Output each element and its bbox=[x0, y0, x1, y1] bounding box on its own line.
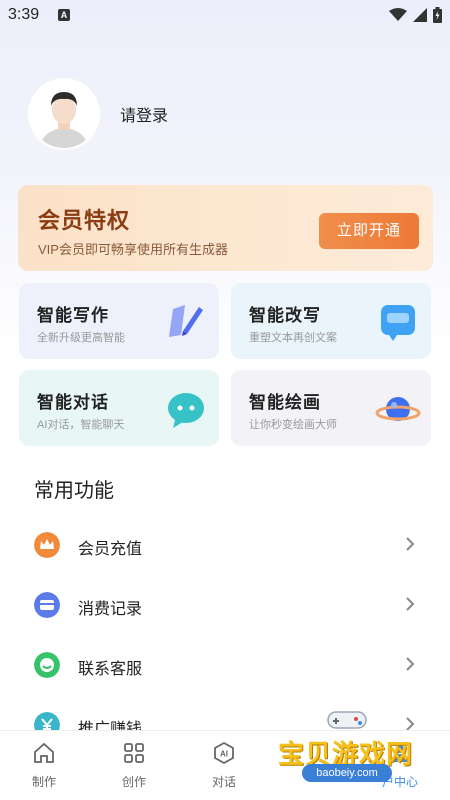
status-indicators bbox=[389, 7, 442, 23]
pen-icon bbox=[169, 305, 203, 337]
feature-card-chat[interactable]: 智能对话 AI对话，智能聊天 bbox=[19, 370, 219, 446]
feature-title: 智能改写 bbox=[249, 306, 321, 325]
service-icon bbox=[34, 652, 60, 678]
login-prompt[interactable]: 请登录 bbox=[120, 102, 168, 126]
status-time: 3:39 bbox=[8, 6, 40, 23]
vip-title: 会员特权 bbox=[38, 208, 131, 233]
crown-icon bbox=[34, 532, 60, 558]
nav-label: 对话 bbox=[211, 775, 236, 789]
menu-label: 联系客服 bbox=[78, 661, 143, 678]
home-icon bbox=[34, 742, 54, 763]
profile-header[interactable]: 请登录 bbox=[30, 80, 168, 148]
feature-title: 智能写作 bbox=[37, 306, 109, 325]
feature-subtitle: 重塑文本再创文案 bbox=[249, 332, 337, 344]
status-bar: 3:39 A bbox=[0, 0, 450, 32]
default-avatar-icon bbox=[30, 80, 98, 148]
grid-icon bbox=[124, 743, 144, 763]
avatar[interactable] bbox=[30, 80, 98, 148]
menu-item-recharge[interactable]: 会员充值 bbox=[0, 520, 450, 570]
feature-subtitle: AI对话，智能聊天 bbox=[37, 419, 125, 431]
chevron-right-icon bbox=[406, 537, 415, 551]
vip-banner[interactable]: 会员特权 VIP会员即可畅享使用所有生成器 立即开通 bbox=[18, 185, 433, 271]
wifi-icon bbox=[389, 8, 407, 21]
feature-subtitle: 全新升级更高智能 bbox=[37, 332, 125, 344]
signal-icon bbox=[413, 8, 427, 22]
feature-title: 智能绘画 bbox=[249, 393, 321, 412]
chevron-right-icon bbox=[406, 597, 415, 611]
feature-card-rewrite[interactable]: 智能改写 重塑文本再创文案 bbox=[231, 283, 431, 359]
gamepad-icon bbox=[327, 711, 367, 729]
battery-icon bbox=[433, 7, 442, 23]
watermark-url: baobeiy.com bbox=[302, 764, 392, 782]
nav-item-chat[interactable]: AI 对话 bbox=[194, 741, 254, 790]
chat-bubble-teal-icon bbox=[168, 393, 204, 428]
section-title-common: 常用功能 bbox=[34, 480, 114, 502]
watermark-logo: 宝贝游戏网 baobeiy.com bbox=[272, 706, 432, 796]
nav-label: 制作 bbox=[31, 775, 56, 789]
feature-card-writing[interactable]: 智能写作 全新升级更高智能 bbox=[19, 283, 219, 359]
svg-text:AI: AI bbox=[220, 750, 228, 759]
nav-label: 创作 bbox=[121, 775, 146, 789]
chat-bubble-blue-icon bbox=[381, 305, 415, 341]
menu-item-support[interactable]: 联系客服 bbox=[0, 640, 450, 690]
planet-icon bbox=[375, 397, 421, 421]
activate-vip-button[interactable]: 立即开通 bbox=[319, 213, 419, 249]
feature-card-drawing[interactable]: 智能绘画 让你秒变绘画大师 bbox=[231, 370, 431, 446]
menu-label: 消费记录 bbox=[78, 601, 143, 618]
ai-icon: AI bbox=[214, 741, 234, 765]
menu-item-records[interactable]: 消费记录 bbox=[0, 580, 450, 630]
feature-title: 智能对话 bbox=[37, 393, 109, 412]
nav-item-make[interactable]: 制作 bbox=[14, 741, 74, 790]
vip-subtitle: VIP会员即可畅享使用所有生成器 bbox=[38, 242, 228, 257]
feature-subtitle: 让你秒变绘画大师 bbox=[249, 419, 337, 431]
app-notification-icon: A bbox=[58, 9, 70, 21]
chevron-right-icon bbox=[406, 657, 415, 671]
card-icon bbox=[34, 592, 60, 618]
nav-item-create[interactable]: 创作 bbox=[104, 741, 164, 790]
menu-label: 会员充值 bbox=[78, 541, 143, 558]
